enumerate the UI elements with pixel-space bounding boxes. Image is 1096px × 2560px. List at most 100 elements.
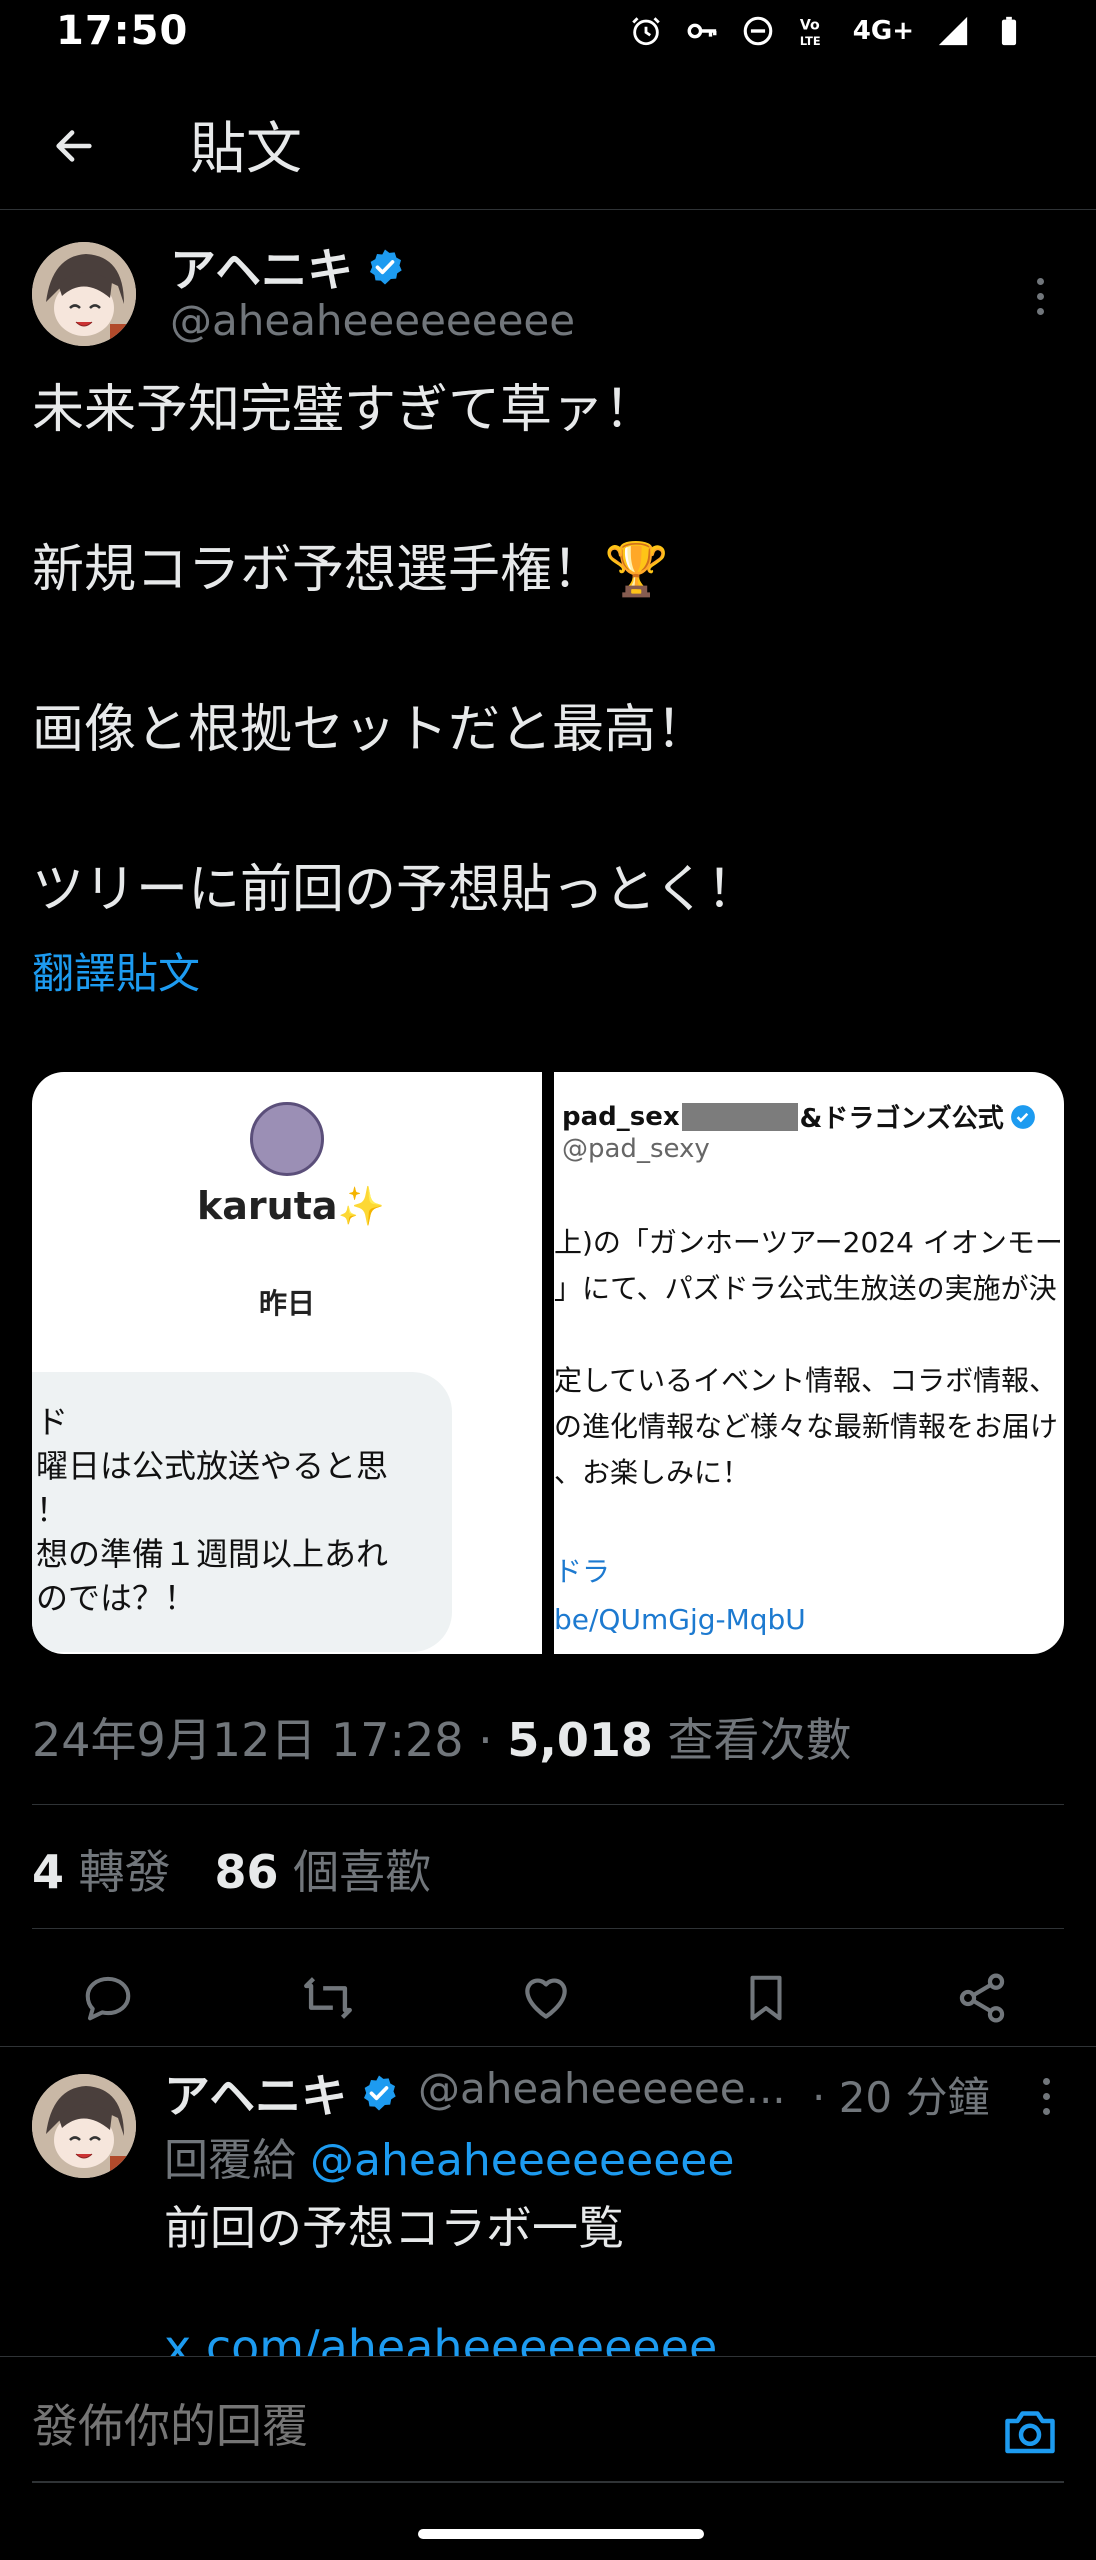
verified-badge-icon <box>370 249 402 285</box>
dnd-icon <box>743 16 773 46</box>
media-image-1[interactable]: karuta✨ 昨日 ド 曜日は公式放送やると思 ！ 想の準備１週間以上あれ の… <box>32 1072 542 1654</box>
like-button[interactable] <box>508 1960 584 2036</box>
pad-link-line: ドラ <box>554 1555 611 1588</box>
verified-badge-icon <box>1010 1104 1035 1129</box>
reply-author-name-text: アヘニキ <box>164 2069 348 2123</box>
pad-post-body: 上)の「ガンホーツアー2024 イオンモー 」にて、パズドラ公式生放送の実施が決… <box>554 1220 1063 1496</box>
reply-author-avatar[interactable] <box>32 2074 136 2178</box>
divider <box>32 1928 1064 1929</box>
post-line <box>32 610 1062 690</box>
signal-icon <box>938 16 968 46</box>
pad-account-name: pad_sex &ドラゴンズ公式 <box>562 1098 1036 1135</box>
pad-line: 定しているイベント情報、コラボ情報、 <box>554 1364 1058 1397</box>
action-bar <box>0 1944 1096 2054</box>
pad-post-link: ドラ be/QUmGjg-MqbU <box>554 1548 806 1644</box>
verified-badge-icon <box>364 2075 396 2111</box>
reply-more-options-button[interactable] <box>1026 2066 1066 2126</box>
likes-label[interactable]: 個喜歡 <box>293 1845 431 1899</box>
chat-day-label: 昨日 <box>258 1287 315 1320</box>
reply-to-handle[interactable]: @aheaheeeeeeeee <box>310 2135 734 2186</box>
share-button[interactable] <box>944 1960 1020 2036</box>
post-line <box>32 770 1062 850</box>
bookmark-button[interactable] <box>728 1960 804 2036</box>
karuta-name: karuta✨ <box>197 1184 385 1228</box>
more-dot <box>1036 292 1044 300</box>
avatar-image <box>32 242 136 346</box>
avatar-image <box>32 2074 136 2178</box>
bubble-line: 想の準備１週間以上あれ <box>36 1535 389 1573</box>
post-meta: 24年9月12日 17:28 · 5,018 查看次數 <box>32 1704 852 1770</box>
post-line: ツリーに前回の予想貼っとく！ <box>32 860 759 920</box>
status-bar: 17:50 Vo LTE 4G+ <box>0 0 1096 70</box>
bookmark-icon <box>750 1975 782 2021</box>
more-dot <box>1036 277 1044 285</box>
views-count: 5,018 <box>507 1713 653 1767</box>
more-dot <box>1036 307 1044 315</box>
more-dot <box>1042 2092 1050 2100</box>
reply-icon <box>85 1976 131 2021</box>
reply-author-handle[interactable]: @aheaheeeeee... <box>418 2064 786 2113</box>
post-media[interactable]: karuta✨ 昨日 ド 曜日は公式放送やると思 ！ 想の準備１週間以上あれ の… <box>32 1072 1064 1654</box>
pad-line: 」にて、パズドラ公式生放送の実施が決 <box>554 1272 1057 1305</box>
post-line: 新規コラボ予想選手権！🏆 <box>32 540 669 600</box>
back-button[interactable] <box>40 112 108 180</box>
battery-icon <box>1001 16 1017 46</box>
svg-text:Vo: Vo <box>800 18 820 34</box>
divider <box>32 1804 1064 1805</box>
author-handle[interactable]: @aheaheeeeeeeee <box>170 296 575 345</box>
post-line: 画像と根拠セットだと最高！ <box>32 700 709 760</box>
pad-line: 、お楽しみに！ <box>554 1456 751 1489</box>
post-stats: 4 轉發 86 個喜歡 <box>32 1836 431 1902</box>
media-image-2[interactable]: pad_sex &ドラゴンズ公式 @pad_sexy 上)の「ガンホーツアー20… <box>554 1072 1064 1654</box>
reply-author-name[interactable]: アヘニキ <box>164 2060 399 2126</box>
retweet-icon <box>304 1977 352 2019</box>
camera-icon[interactable] <box>1000 2401 1060 2461</box>
share-icon <box>959 1973 1005 2023</box>
bubble-line: 曜日は公式放送やると思 <box>36 1447 389 1485</box>
post-timestamp[interactable]: 24年9月12日 17:28 <box>32 1713 464 1767</box>
author-name-text: アヘニキ <box>170 243 354 297</box>
svg-text:LTE: LTE <box>800 34 821 48</box>
more-dot <box>1042 2107 1050 2115</box>
reply-to-line: 回覆給 @aheaheeeeeeeee <box>164 2124 734 2188</box>
author-name[interactable]: アヘニキ <box>170 234 405 300</box>
pad-line <box>554 1312 1063 1358</box>
reply-button[interactable] <box>70 1960 146 2036</box>
reply-link[interactable]: x.com/aheaheeeeeeeee <box>164 2320 717 2356</box>
heart-icon <box>525 1978 567 2019</box>
alarm-icon <box>632 17 660 46</box>
reply-text: 前回の予想コラボ一覧 <box>164 2201 624 2255</box>
post-line <box>32 450 1062 530</box>
likes-count[interactable]: 86 <box>215 1845 279 1899</box>
page-title: 貼文 <box>190 117 302 182</box>
retweets-label[interactable]: 轉發 <box>79 1845 171 1899</box>
chat-bubble-text: ド 曜日は公式放送やると思 ！ 想の準備１週間以上あれ のでは？！ <box>36 1400 388 1620</box>
redaction-bar <box>681 1102 798 1131</box>
pad-name-prefix: pad_sex <box>562 1101 680 1132</box>
pad-account-handle: @pad_sexy <box>562 1134 710 1164</box>
reply-time[interactable]: · 20 分鐘 <box>812 2064 990 2125</box>
more-options-button[interactable] <box>1020 266 1060 326</box>
composer-underline <box>32 2481 1064 2483</box>
status-icons: Vo LTE 4G+ <box>629 14 1026 48</box>
reply-composer <box>0 2356 1096 2560</box>
pad-name-suffix: &ドラゴンズ公式 <box>799 1104 1004 1134</box>
reply-to-prefix: 回覆給 <box>164 2135 310 2186</box>
gesture-home-bar[interactable] <box>418 2529 704 2539</box>
bubble-line: のでは？！ <box>36 1579 197 1617</box>
retweets-count[interactable]: 4 <box>32 1845 64 1899</box>
translate-post-link[interactable]: 翻譯貼文 <box>32 940 200 1001</box>
reply-input[interactable] <box>32 2399 932 2453</box>
pad-line: 上)の「ガンホーツアー2024 イオンモー <box>554 1226 1063 1259</box>
volte-icon: VoLTE <box>800 18 821 48</box>
views-label: 查看次數 <box>667 1713 852 1767</box>
arrow-left-icon <box>56 130 92 162</box>
author-avatar[interactable] <box>32 242 136 346</box>
bubble-line: ド <box>36 1403 69 1441</box>
pad-line: の進化情報など様々な最新情報をお届け <box>554 1410 1059 1443</box>
retweet-button[interactable] <box>290 1960 366 2036</box>
pad-link-line: be/QUmGjg-MqbU <box>554 1603 806 1636</box>
meta-separator: · <box>463 1713 508 1767</box>
top-app-bar: 貼文 <box>0 82 1096 210</box>
post-line: 未来予知完璧すぎて草ァ！ <box>32 380 657 440</box>
